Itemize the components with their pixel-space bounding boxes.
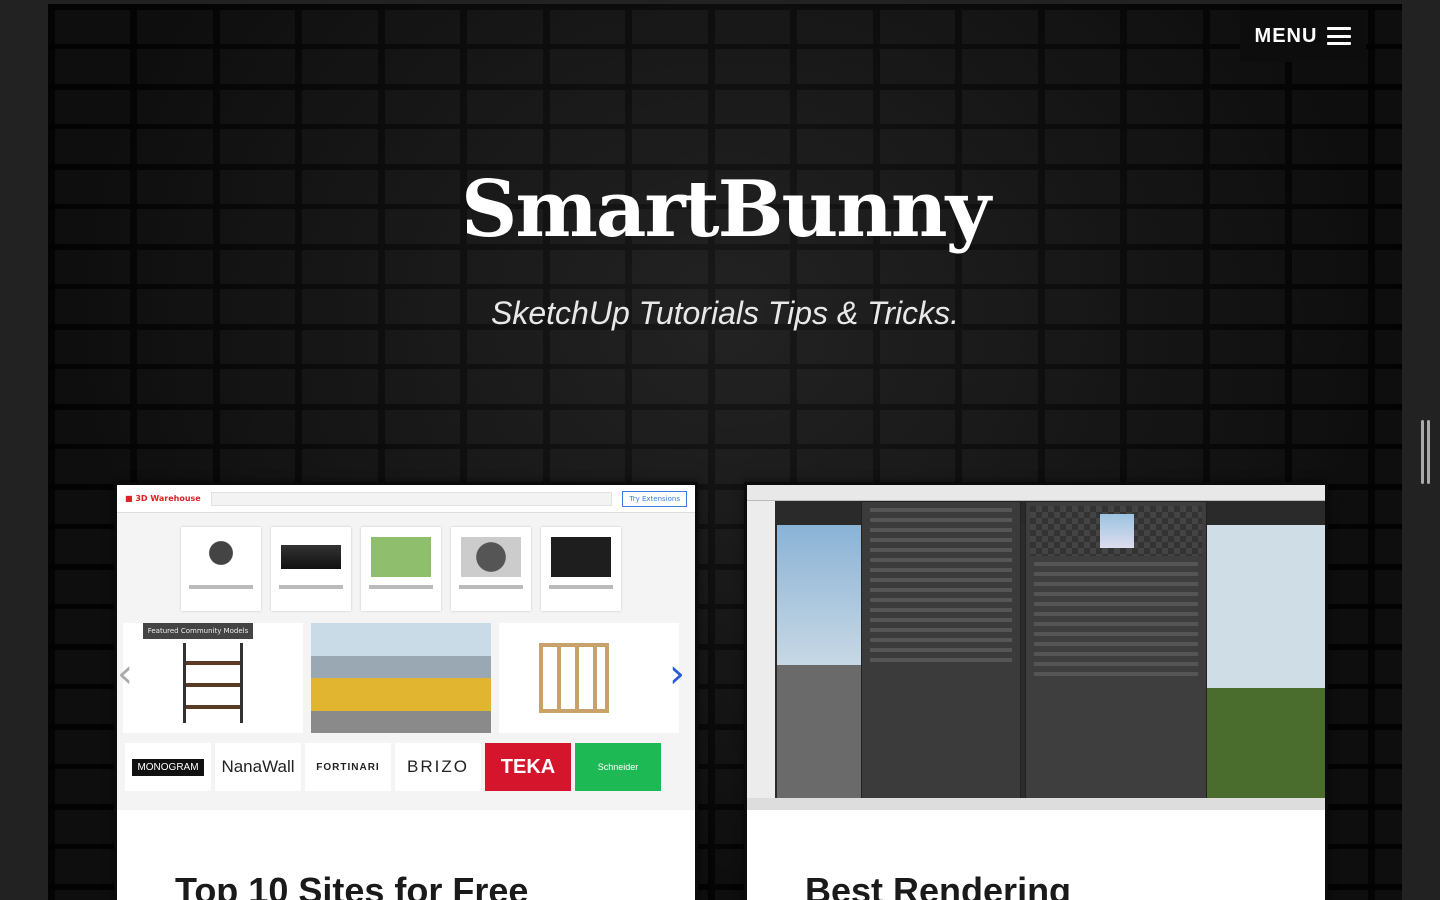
hamburger-icon [1327,27,1352,45]
carousel-slide: Featured Community Models [123,623,303,733]
carousel-tooltip: Featured Community Models [143,623,253,639]
warehouse-logo: ■ 3D Warehouse [125,494,201,503]
model-tile [361,527,441,611]
featured-carousel: Featured Community Models ‹ › [117,611,695,733]
model-tile [541,527,621,611]
brand-row: MONOGRAM NanaWall FORTINARI BRIZO TEKA S… [117,733,695,791]
post-title[interactable]: Best Rendering [747,810,1325,900]
carousel-slide [499,623,679,733]
brand-tile: FORTINARI [305,743,391,791]
post-card[interactable]: ■ 3D Warehouse Try Extensions Featured C… [114,482,698,900]
menu-button[interactable]: MENU [1240,10,1366,62]
model-tile [271,527,351,611]
app-menubar [747,485,1325,501]
post-thumbnail[interactable]: ■ 3D Warehouse Try Extensions Featured C… [117,485,695,810]
browser-frame: MENU SmartBunny SketchUp Tutorials Tips … [0,0,1440,900]
brand-tile: Schneider [575,743,661,791]
model-tile [451,527,531,611]
viewport-grass [1195,688,1325,798]
site-title[interactable]: SmartBunny [48,164,1402,255]
site-page: MENU SmartBunny SketchUp Tutorials Tips … [48,4,1402,900]
brand-tile: MONOGRAM [125,743,211,791]
chevron-right-icon[interactable]: › [669,651,685,697]
post-card[interactable]: Best Rendering [744,482,1328,900]
warehouse-toolbar: ■ 3D Warehouse Try Extensions [117,485,695,513]
material-editor-panel [1025,501,1207,801]
post-title[interactable]: Top 10 Sites for Free [117,810,695,900]
model-row [117,513,695,611]
lights-panel [861,501,1021,801]
brand-tile: BRIZO [395,743,481,791]
post-list: ■ 3D Warehouse Try Extensions Featured C… [114,482,1328,900]
site-tagline: SketchUp Tutorials Tips & Tricks. [491,295,959,331]
try-extensions-button: Try Extensions [622,490,687,507]
app-statusbar [747,798,1325,810]
chevron-left-icon[interactable]: ‹ [117,651,133,697]
menu-label: MENU [1254,24,1318,47]
brand-tile: NanaWall [215,743,301,791]
tool-palette [747,501,775,810]
scrollbar-grip-icon[interactable] [1418,420,1432,484]
warehouse-search [210,491,613,506]
brand-tile: TEKA [485,743,571,791]
viewport-sky [777,525,863,665]
model-tile [181,527,261,611]
post-thumbnail[interactable] [747,485,1325,810]
hero: SmartBunny SketchUp Tutorials Tips & Tri… [48,164,1402,332]
carousel-slide [311,623,491,733]
